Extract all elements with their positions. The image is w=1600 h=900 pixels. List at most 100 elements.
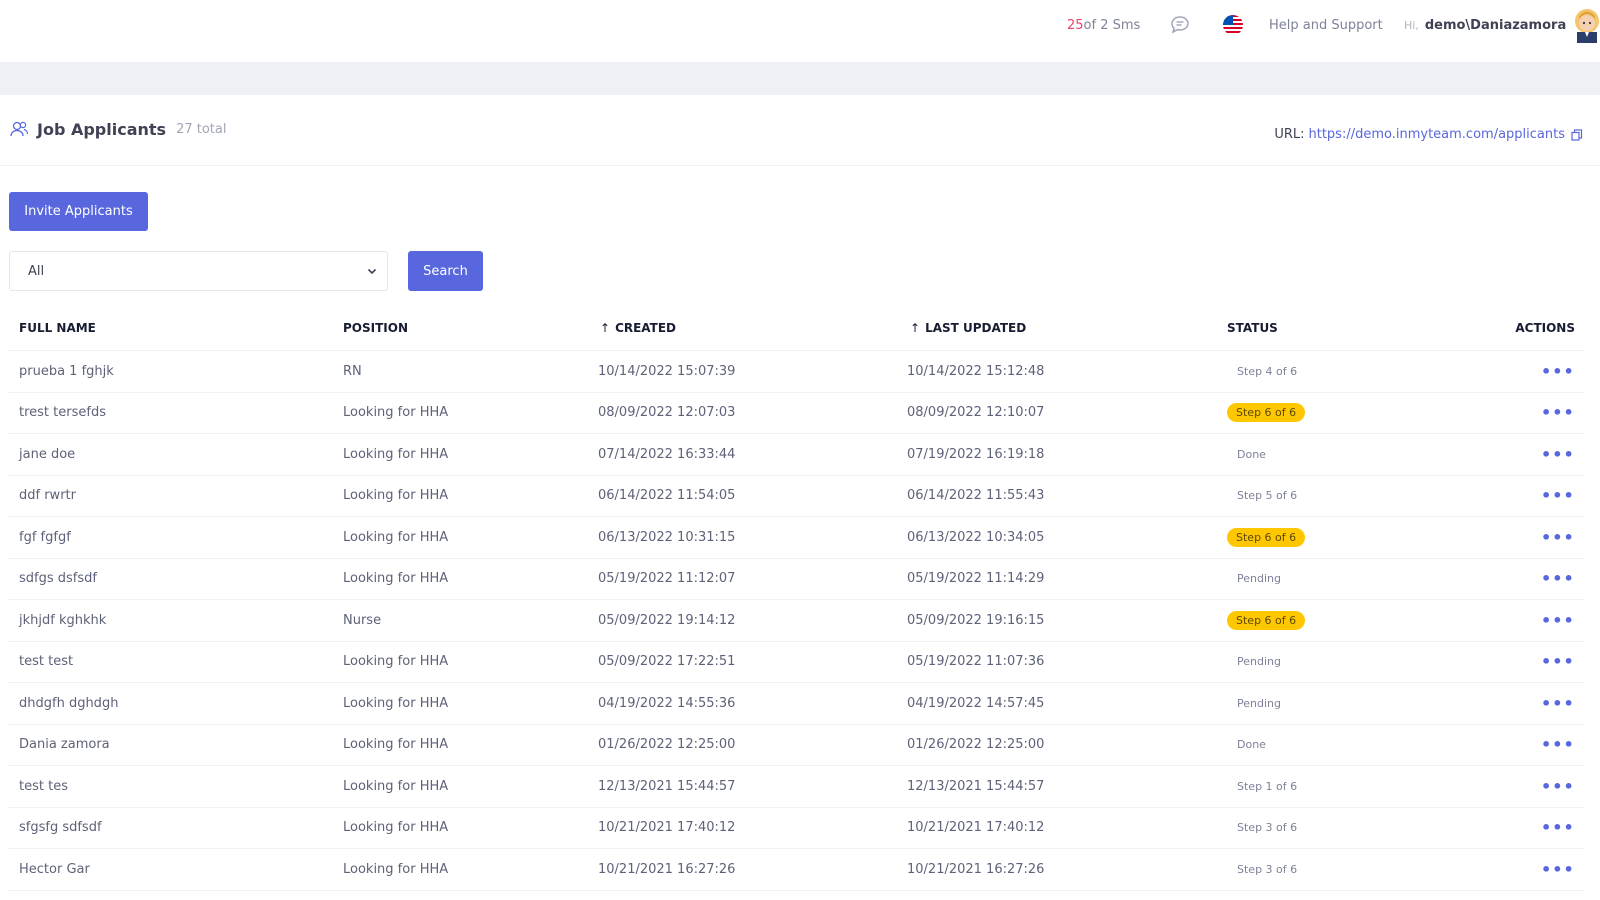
- applicant-name[interactable]: test tes: [9, 779, 341, 794]
- status-cell: Step 3 of 6: [1227, 820, 1501, 835]
- table-row[interactable]: sdfgs dsfsdf Looking for HHA 05/19/2022 11…: [9, 559, 1585, 600]
- created-date: 05/19/2022 11:12:07: [598, 571, 736, 587]
- status-cell: Done: [1227, 447, 1501, 462]
- status-cell: Done: [1227, 737, 1501, 752]
- col-full-name[interactable]: FULL NAME: [9, 321, 341, 335]
- last-updated-date: 08/09/2022 12:10:07: [907, 405, 1045, 421]
- url-label: URL:: [1274, 127, 1305, 142]
- status-badge: Done: [1237, 447, 1266, 461]
- applicant-name[interactable]: sdfgs dsfsdf: [9, 571, 341, 586]
- last-updated-date: 10/21/2021 17:40:12: [907, 820, 1045, 836]
- applicant-position: Looking for HHA: [343, 529, 449, 545]
- users-icon: [10, 121, 29, 137]
- search-button[interactable]: Search: [408, 251, 483, 291]
- table-row[interactable]: trest tersefds Looking for HHA 08/09/2022 …: [9, 393, 1585, 434]
- sms-text: of 2 Sms: [1083, 17, 1141, 33]
- more-actions-icon[interactable]: •••: [1541, 403, 1574, 422]
- actions-cell: •••: [1501, 403, 1585, 422]
- top-bar: 25 of 2 Sms Help and Support Hi, demo\Dan…: [0, 0, 1600, 62]
- table-row[interactable]: prueba 1 fghjk RN 10/14/2022 15:07:39 10/14…: [9, 351, 1585, 393]
- status-badge: Step 6 of 6: [1227, 610, 1306, 630]
- actions-cell: •••: [1501, 777, 1585, 796]
- created-date: 08/09/2022 12:07:03: [598, 405, 736, 421]
- more-actions-icon[interactable]: •••: [1541, 528, 1574, 547]
- more-actions-icon[interactable]: •••: [1541, 694, 1574, 713]
- applicant-name[interactable]: jkhjdf kghkhk: [9, 613, 341, 628]
- more-actions-icon[interactable]: •••: [1541, 611, 1574, 630]
- table-row[interactable]: fgf fgfgf Looking for HHA 06/13/2022 10:31…: [9, 517, 1585, 559]
- more-actions-icon[interactable]: •••: [1541, 777, 1574, 796]
- actions-cell: •••: [1501, 735, 1585, 754]
- url-link[interactable]: https://demo.inmyteam.com/applicants: [1309, 127, 1566, 142]
- created-date: 07/14/2022 16:33:44: [598, 446, 736, 462]
- username: demo\Daniazamora: [1424, 17, 1567, 33]
- status-cell: Pending: [1227, 571, 1501, 586]
- actions-cell: •••: [1501, 652, 1585, 671]
- applicant-position: RN: [343, 363, 362, 379]
- applicant-name[interactable]: jane doe: [9, 447, 341, 462]
- applicant-name[interactable]: trest tersefds: [9, 405, 341, 420]
- applicant-name[interactable]: prueba 1 fghjk: [9, 364, 341, 379]
- chat-icon[interactable]: [1168, 0, 1192, 50]
- page-title: Job Applicants: [37, 119, 167, 139]
- created-date: 10/21/2021 16:27:26: [598, 861, 736, 877]
- applicant-name[interactable]: sfgsfg sdfsdf: [9, 820, 341, 835]
- more-actions-icon[interactable]: •••: [1541, 735, 1574, 754]
- table-header: FULL NAME POSITION ↑ CREATED ↑ LAST UPDATE…: [9, 305, 1585, 351]
- table-row[interactable]: dhdgfh dghdgh Looking for HHA 04/19/2022 1…: [9, 683, 1585, 725]
- more-actions-icon[interactable]: •••: [1541, 860, 1574, 879]
- last-updated-date: 05/19/2022 11:07:36: [907, 654, 1045, 670]
- user-greeting[interactable]: Hi, demo\Daniazamora: [1404, 0, 1566, 50]
- table-row[interactable]: Hector Gar Looking for HHA 10/21/2021 16:2…: [9, 849, 1585, 891]
- col-last-updated[interactable]: ↑ LAST UPDATED: [907, 321, 1227, 335]
- invite-applicants-button[interactable]: Invite Applicants: [9, 192, 148, 231]
- actions-cell: •••: [1501, 486, 1585, 505]
- more-actions-icon[interactable]: •••: [1541, 569, 1574, 588]
- created-date: 04/19/2022 14:55:36: [598, 695, 736, 711]
- applicant-name[interactable]: Dania zamora: [9, 737, 341, 752]
- total-count: 27 total: [176, 121, 227, 137]
- table-row[interactable]: test tes Looking for HHA 12/13/2021 15:44:…: [9, 766, 1585, 808]
- actions-cell: •••: [1501, 694, 1585, 713]
- more-actions-icon[interactable]: •••: [1541, 652, 1574, 671]
- table-row[interactable]: jane doe Looking for HHA 07/14/2022 16:33:…: [9, 434, 1585, 476]
- last-updated-date: 07/19/2022 16:19:18: [907, 446, 1045, 462]
- table-row[interactable]: jkhjdf kghkhk Nurse 05/09/2022 19:14:12 05/…: [9, 600, 1585, 642]
- avatar[interactable]: [1571, 0, 1600, 50]
- help-and-support-link[interactable]: Help and Support: [1269, 0, 1383, 50]
- created-date: 01/26/2022 12:25:00: [598, 737, 736, 753]
- table-row[interactable]: test test Looking for HHA 05/09/2022 17:22…: [9, 642, 1585, 683]
- status-cell: Step 3 of 6: [1227, 862, 1501, 877]
- more-actions-icon[interactable]: •••: [1541, 818, 1574, 837]
- us-flag-icon[interactable]: [1221, 0, 1245, 50]
- col-last-updated-label: LAST UPDATED: [925, 320, 1027, 335]
- applicant-name[interactable]: fgf fgfgf: [9, 530, 341, 545]
- table-row[interactable]: ddf rwrtr Looking for HHA 06/14/2022 11:54…: [9, 476, 1585, 517]
- col-actions: ACTIONS: [1515, 320, 1575, 335]
- status-cell: Step 6 of 6: [1227, 610, 1501, 630]
- col-created[interactable]: ↑ CREATED: [597, 321, 907, 335]
- status-filter-select[interactable]: All: [9, 251, 388, 291]
- copy-icon[interactable]: [1571, 128, 1583, 141]
- more-actions-icon[interactable]: •••: [1541, 362, 1574, 381]
- status-badge: Step 3 of 6: [1237, 821, 1298, 835]
- status-badge: Pending: [1237, 696, 1281, 710]
- title-group: Job Applicants 27 total: [9, 119, 226, 139]
- last-updated-date: 05/09/2022 19:16:15: [907, 612, 1045, 628]
- more-actions-icon[interactable]: •••: [1541, 486, 1574, 505]
- applicant-position: Looking for HHA: [343, 446, 449, 462]
- created-date: 06/14/2022 11:54:05: [598, 488, 736, 504]
- applicant-name[interactable]: dhdgfh dghdgh: [9, 696, 341, 711]
- status-badge: Pending: [1237, 572, 1281, 586]
- table-row[interactable]: sfgsfg sdfsdf Looking for HHA 10/21/2021 1…: [9, 808, 1585, 849]
- table-row[interactable]: Dania zamora Looking for HHA 01/26/2022 12…: [9, 725, 1585, 766]
- applicant-name[interactable]: Hector Gar: [9, 862, 341, 877]
- status-badge: Pending: [1237, 655, 1281, 669]
- created-date: 10/21/2021 17:40:12: [598, 820, 736, 836]
- more-actions-icon[interactable]: •••: [1541, 445, 1574, 464]
- actions-cell: •••: [1501, 362, 1585, 381]
- applicant-name[interactable]: ddf rwrtr: [9, 488, 341, 503]
- col-position[interactable]: POSITION: [341, 321, 597, 335]
- col-status[interactable]: STATUS: [1227, 321, 1501, 335]
- applicant-name[interactable]: test test: [9, 654, 341, 669]
